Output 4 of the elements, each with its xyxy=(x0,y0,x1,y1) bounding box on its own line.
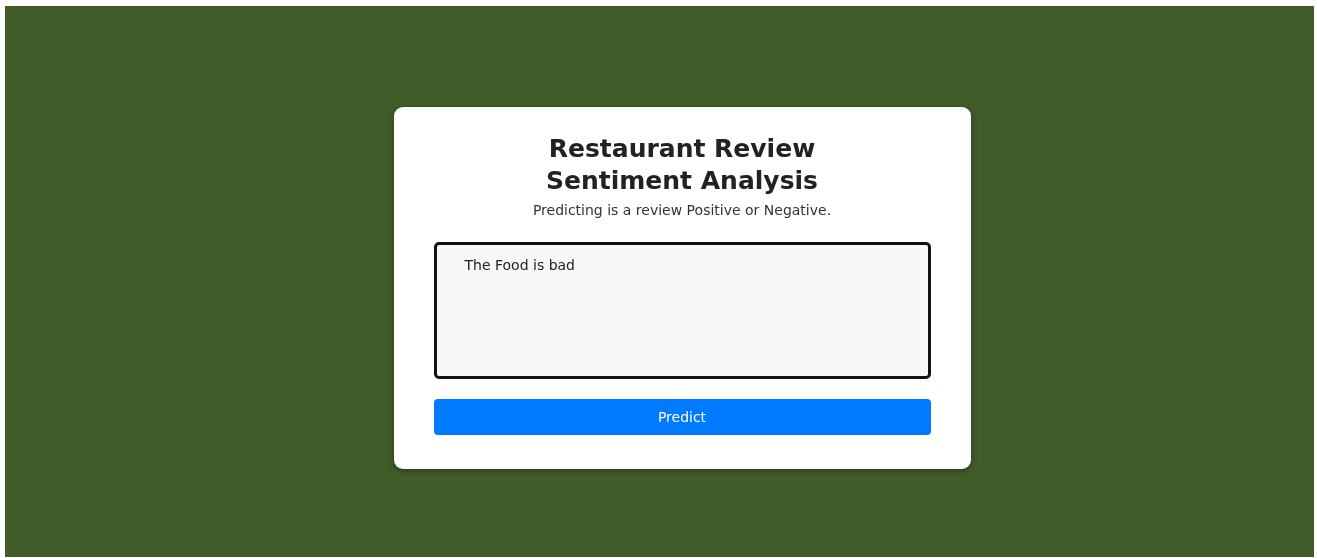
review-field[interactable]: The Food is bad xyxy=(433,242,931,379)
subtitle: Predicting is a review Positive or Negative. xyxy=(532,202,832,218)
app-title: Restaurant Review Sentiment Analysis xyxy=(545,133,819,197)
predict-button[interactable]: Predict xyxy=(433,399,931,435)
